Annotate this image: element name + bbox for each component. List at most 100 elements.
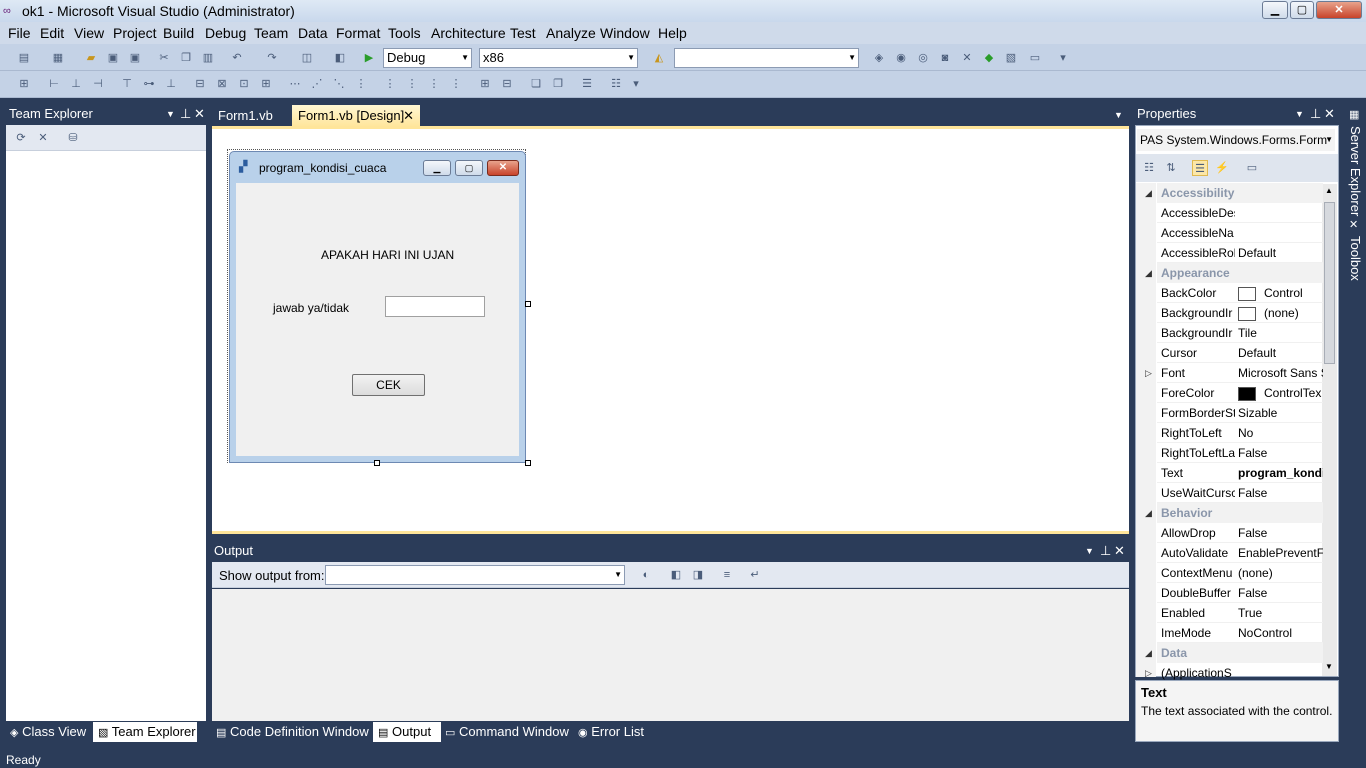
window-position-icon[interactable]: ▼	[166, 104, 175, 124]
find-message-icon[interactable]: ◐	[638, 567, 654, 583]
menu-help[interactable]: Help	[658, 25, 687, 41]
v-spacing-increase-icon[interactable]: ⋮	[404, 76, 420, 92]
solution-explorer-icon[interactable]: ◈	[871, 50, 887, 66]
toolbox-side-icon[interactable]: ✕	[1349, 218, 1358, 231]
command-window-tab[interactable]: ▭ Command Window	[445, 722, 569, 742]
align-to-grid-icon[interactable]: ⊞	[16, 76, 32, 92]
tab-form1-vb[interactable]: Form1.vb	[212, 105, 279, 127]
window-position-icon[interactable]: ▼	[1085, 541, 1094, 561]
property-value[interactable]: Sizable	[1238, 403, 1323, 423]
property-row[interactable]: Enabled True	[1157, 603, 1323, 623]
extension-manager-icon[interactable]: ◆	[981, 50, 997, 66]
toolbar-options-icon[interactable]: ▾	[1055, 50, 1071, 66]
save-icon[interactable]: ▣	[105, 50, 121, 66]
expand-icon[interactable]: ▷	[1145, 363, 1152, 383]
answer-textbox[interactable]	[385, 296, 485, 317]
scroll-up-icon[interactable]: ▲	[1325, 186, 1333, 195]
menu-data[interactable]: Data	[298, 25, 328, 41]
h-spacing-equal-icon[interactable]: ⋯	[287, 76, 303, 92]
h-spacing-remove-icon[interactable]: ⋮	[353, 76, 369, 92]
resize-handle-corner[interactable]	[525, 460, 531, 466]
property-row[interactable]: AccessibleNa	[1157, 223, 1323, 243]
property-row[interactable]: BackColor Control	[1157, 283, 1323, 303]
toolbox-icon[interactable]: ◙	[937, 50, 953, 66]
server-explorer-tab[interactable]: Server Explorer	[1348, 126, 1363, 216]
command-window-icon[interactable]: ▭	[1027, 50, 1043, 66]
menu-build[interactable]: Build	[163, 25, 194, 41]
cut-icon[interactable]: ✂	[156, 50, 172, 66]
resize-handle-bottom[interactable]	[374, 460, 380, 466]
collapse-icon[interactable]: ◢	[1145, 263, 1152, 283]
make-same-height-icon[interactable]: ⊠	[214, 76, 230, 92]
property-row[interactable]: Cursor Default	[1157, 343, 1323, 363]
close-tab-icon[interactable]: ✕	[403, 105, 414, 127]
scroll-down-icon[interactable]: ▼	[1325, 662, 1333, 671]
toolbar-options-icon[interactable]: ▾	[628, 76, 644, 92]
class-view-tab[interactable]: ◈ Class View	[10, 722, 86, 742]
output-tab[interactable]: ▤ Output	[373, 722, 441, 742]
menu-test[interactable]: Test	[510, 25, 536, 41]
align-lefts-icon[interactable]: ⊢	[46, 76, 62, 92]
property-value[interactable]: Microsoft Sans S	[1238, 363, 1323, 383]
make-same-size-icon[interactable]: ⊡	[236, 76, 252, 92]
property-row[interactable]: RightToLeft No	[1157, 423, 1323, 443]
tools-icon[interactable]: ✕	[959, 50, 975, 66]
property-value[interactable]: Tile	[1238, 323, 1323, 343]
cek-button[interactable]: CEK	[352, 374, 425, 396]
resize-handle-right[interactable]	[525, 301, 531, 307]
property-category[interactable]: ◢ Behavior	[1145, 503, 1323, 523]
paste-icon[interactable]: ▥	[200, 50, 216, 66]
form-close-button[interactable]: ✕	[487, 160, 519, 176]
pin-icon[interactable]: ⊥	[180, 104, 191, 124]
align-bottoms-icon[interactable]: ⊥	[163, 76, 179, 92]
close-button[interactable]: ✕	[1316, 1, 1362, 19]
maximize-button[interactable]: ▢	[1290, 1, 1314, 19]
stop-icon[interactable]: ✕	[35, 130, 51, 146]
connect-icon[interactable]: ⛁	[65, 130, 81, 146]
collapse-icon[interactable]: ◢	[1145, 643, 1152, 663]
menu-tools[interactable]: Tools	[388, 25, 421, 41]
property-row[interactable]: RightToLeftLa False	[1157, 443, 1323, 463]
add-item-icon[interactable]: ▦	[50, 50, 66, 66]
navigate-forward-icon[interactable]: ◧	[332, 50, 348, 66]
v-spacing-decrease-icon[interactable]: ⋮	[426, 76, 442, 92]
property-row[interactable]: AutoValidate EnablePreventFc	[1157, 543, 1323, 563]
scroll-thumb[interactable]	[1324, 202, 1335, 364]
property-row[interactable]: ContextMenu (none)	[1157, 563, 1323, 583]
property-row[interactable]: ImeMode NoControl	[1157, 623, 1323, 643]
property-pages-icon[interactable]: ▭	[1244, 160, 1260, 176]
undo-icon[interactable]: ↶	[229, 50, 245, 66]
menu-file[interactable]: File	[8, 25, 31, 41]
form-maximize-button[interactable]: ▢	[455, 160, 483, 176]
property-value[interactable]: True	[1238, 603, 1323, 623]
property-value[interactable]: False	[1238, 583, 1323, 603]
property-row[interactable]: Text program_kondi	[1157, 463, 1323, 483]
events-icon[interactable]: ⚡	[1214, 160, 1230, 176]
code-definition-tab[interactable]: ▤ Code Definition Window	[216, 722, 369, 742]
property-value[interactable]: (none)	[1238, 563, 1323, 583]
property-row[interactable]: UseWaitCursc False	[1157, 483, 1323, 503]
toolbox-tab[interactable]: Toolbox	[1348, 236, 1363, 281]
tab-order-icon[interactable]: ☰	[579, 76, 595, 92]
align-rights-icon[interactable]: ⊣	[90, 76, 106, 92]
bring-to-front-icon[interactable]: ❏	[528, 76, 544, 92]
output-source-select[interactable]: ▼	[325, 565, 625, 585]
property-row[interactable]: FormBorderSt Sizable	[1157, 403, 1323, 423]
property-row[interactable]: BackgroundIr (none)	[1157, 303, 1323, 323]
align-centers-icon[interactable]: ⊥	[68, 76, 84, 92]
v-spacing-equal-icon[interactable]: ⋮	[382, 76, 398, 92]
form-window[interactable]: ▞ program_kondisi_cuaca ▁ ▢ ✕ APAKAH HAR…	[229, 151, 526, 463]
menu-format[interactable]: Format	[336, 25, 380, 41]
align-middles-icon[interactable]: ⊶	[141, 76, 157, 92]
align-tops-icon[interactable]: ⊤	[119, 76, 135, 92]
property-value[interactable]: Default	[1238, 343, 1323, 363]
refresh-icon[interactable]: ⟳	[13, 130, 29, 146]
previous-message-icon[interactable]: ◧	[668, 567, 684, 583]
close-panel-icon[interactable]: ✕	[1324, 104, 1335, 124]
send-to-back-icon[interactable]: ❐	[550, 76, 566, 92]
form-minimize-button[interactable]: ▁	[423, 160, 451, 176]
property-row[interactable]: AccessibleRol Default	[1157, 243, 1323, 263]
property-value[interactable]: Default	[1238, 243, 1323, 263]
menu-window[interactable]: Window	[600, 25, 650, 41]
property-row[interactable]: AllowDrop False	[1157, 523, 1323, 543]
